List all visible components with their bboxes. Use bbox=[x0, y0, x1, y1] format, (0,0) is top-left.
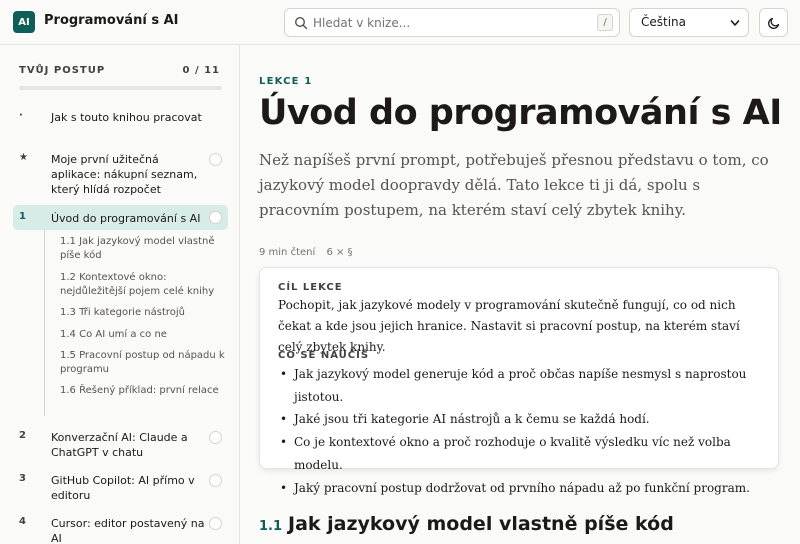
sidebar: TVŮJ POSTUP 0 / 11 · Jak s touto knihou … bbox=[0, 45, 240, 544]
section-number: 1.1 bbox=[259, 519, 283, 534]
progress-circle-icon[interactable] bbox=[209, 517, 222, 530]
chevron-down-icon bbox=[730, 20, 740, 26]
subsection-1-5[interactable]: 1.5 Pracovní postup od nápadu k programu bbox=[60, 349, 230, 377]
search-box[interactable]: / bbox=[284, 8, 620, 37]
app-title[interactable]: Programování s AI bbox=[44, 13, 178, 28]
lesson-kicker: LEKCE 1 bbox=[259, 76, 313, 87]
learn-list: Jak jazykový model generuje kód a proč o… bbox=[278, 363, 768, 499]
top-bar: AI Programování s AI / Čeština bbox=[0, 0, 800, 45]
sidebar-item-label: Moje první užitečná aplikace: nákupní se… bbox=[51, 153, 198, 196]
lesson-meta: 9 min čtení 6 × § bbox=[259, 247, 361, 258]
list-item: Jaký pracovní postup dodržovat od prvníh… bbox=[278, 477, 768, 500]
progress-circle-icon[interactable] bbox=[209, 211, 222, 224]
lesson-subsections: 1.1 Jak jazykový model vlastně píše kód … bbox=[44, 230, 234, 416]
sidebar-item-label: Cursor: editor postavený na AI bbox=[51, 517, 205, 544]
subsection-1-2[interactable]: 1.2 Kontextové okno: nejdůležitější poje… bbox=[60, 271, 230, 299]
goal-heading: CÍL LEKCE bbox=[278, 282, 343, 293]
reading-time: 9 min čtení bbox=[259, 247, 316, 258]
progress-circle-icon[interactable] bbox=[209, 474, 222, 487]
progress-circle-icon[interactable] bbox=[209, 431, 222, 444]
sidebar-item-first-app[interactable]: ★ Moje první užitečná aplikace: nákupní … bbox=[13, 152, 228, 197]
progress-bar bbox=[19, 86, 222, 90]
app-logo[interactable]: AI bbox=[13, 11, 35, 33]
sidebar-item-number: 4 bbox=[19, 516, 26, 527]
moon-icon bbox=[768, 17, 780, 29]
progress-count: 0 / 11 bbox=[182, 65, 220, 76]
star-icon: ★ bbox=[19, 152, 28, 163]
sidebar-item-number: 2 bbox=[19, 430, 26, 441]
progress-label: TVŮJ POSTUP bbox=[19, 65, 106, 76]
subsection-1-6[interactable]: 1.6 Řešený příklad: první relace bbox=[60, 384, 230, 398]
sidebar-item-number: 1 bbox=[19, 211, 26, 222]
sidebar-item-lesson-1[interactable]: 1 Úvod do programování s AI bbox=[13, 205, 228, 230]
list-item: Co je kontextové okno a proč rozhoduje o… bbox=[278, 431, 768, 476]
search-shortcut-key: / bbox=[597, 14, 613, 31]
section-count: 6 × § bbox=[326, 247, 353, 258]
sidebar-item-marker: · bbox=[19, 110, 23, 121]
search-icon bbox=[294, 16, 308, 30]
search-input[interactable] bbox=[313, 14, 583, 32]
section-heading: Jak jazykový model vlastně píše kód bbox=[288, 513, 674, 535]
learn-heading: CO SE NAUČÍŠ bbox=[278, 350, 370, 361]
subsection-1-1[interactable]: 1.1 Jak jazykový model vlastně píše kód bbox=[60, 235, 230, 263]
lesson-content: LEKCE 1 Úvod do programování s AI Než na… bbox=[241, 45, 800, 544]
lesson-goal-card: CÍL LEKCE Pochopit, jak jazykové modely … bbox=[259, 267, 779, 499]
sidebar-item-how-to-use[interactable]: · Jak s touto knihou pracovat bbox=[13, 110, 228, 140]
language-select-value: Čeština bbox=[641, 15, 687, 29]
list-item: Jaké jsou tři kategorie AI nástrojů a k … bbox=[278, 408, 768, 431]
subsection-1-3[interactable]: 1.3 Tři kategorie nástrojů bbox=[60, 306, 230, 320]
sidebar-item-lesson-3[interactable]: 3 GitHub Copilot: AI přímo v editoru bbox=[13, 473, 228, 503]
sidebar-item-number: 3 bbox=[19, 473, 26, 484]
progress-circle-icon[interactable] bbox=[209, 153, 222, 166]
theme-toggle-button[interactable] bbox=[759, 8, 788, 37]
goal-text: Pochopit, jak jazykové modely v programo… bbox=[278, 298, 740, 354]
sidebar-item-lesson-4[interactable]: 4 Cursor: editor postavený na AI bbox=[13, 516, 228, 544]
page-title: Úvod do programování s AI bbox=[259, 93, 782, 133]
sidebar-item-label: Konverzační AI: Claude a ChatGPT v chatu bbox=[51, 431, 188, 459]
sidebar-item-label: Jak s touto knihou pracovat bbox=[51, 111, 202, 124]
lesson-lead: Než napíšeš první prompt, potřebuješ pře… bbox=[259, 151, 769, 219]
sidebar-item-label: GitHub Copilot: AI přímo v editoru bbox=[51, 474, 195, 502]
subsection-1-4[interactable]: 1.4 Co AI umí a co ne bbox=[60, 328, 230, 342]
language-select[interactable]: Čeština bbox=[629, 8, 749, 37]
sidebar-item-lesson-2[interactable]: 2 Konverzační AI: Claude a ChatGPT v cha… bbox=[13, 430, 228, 460]
sidebar-item-label: Úvod do programování s AI bbox=[51, 212, 201, 225]
list-item: Jak jazykový model generuje kód a proč o… bbox=[278, 363, 768, 408]
